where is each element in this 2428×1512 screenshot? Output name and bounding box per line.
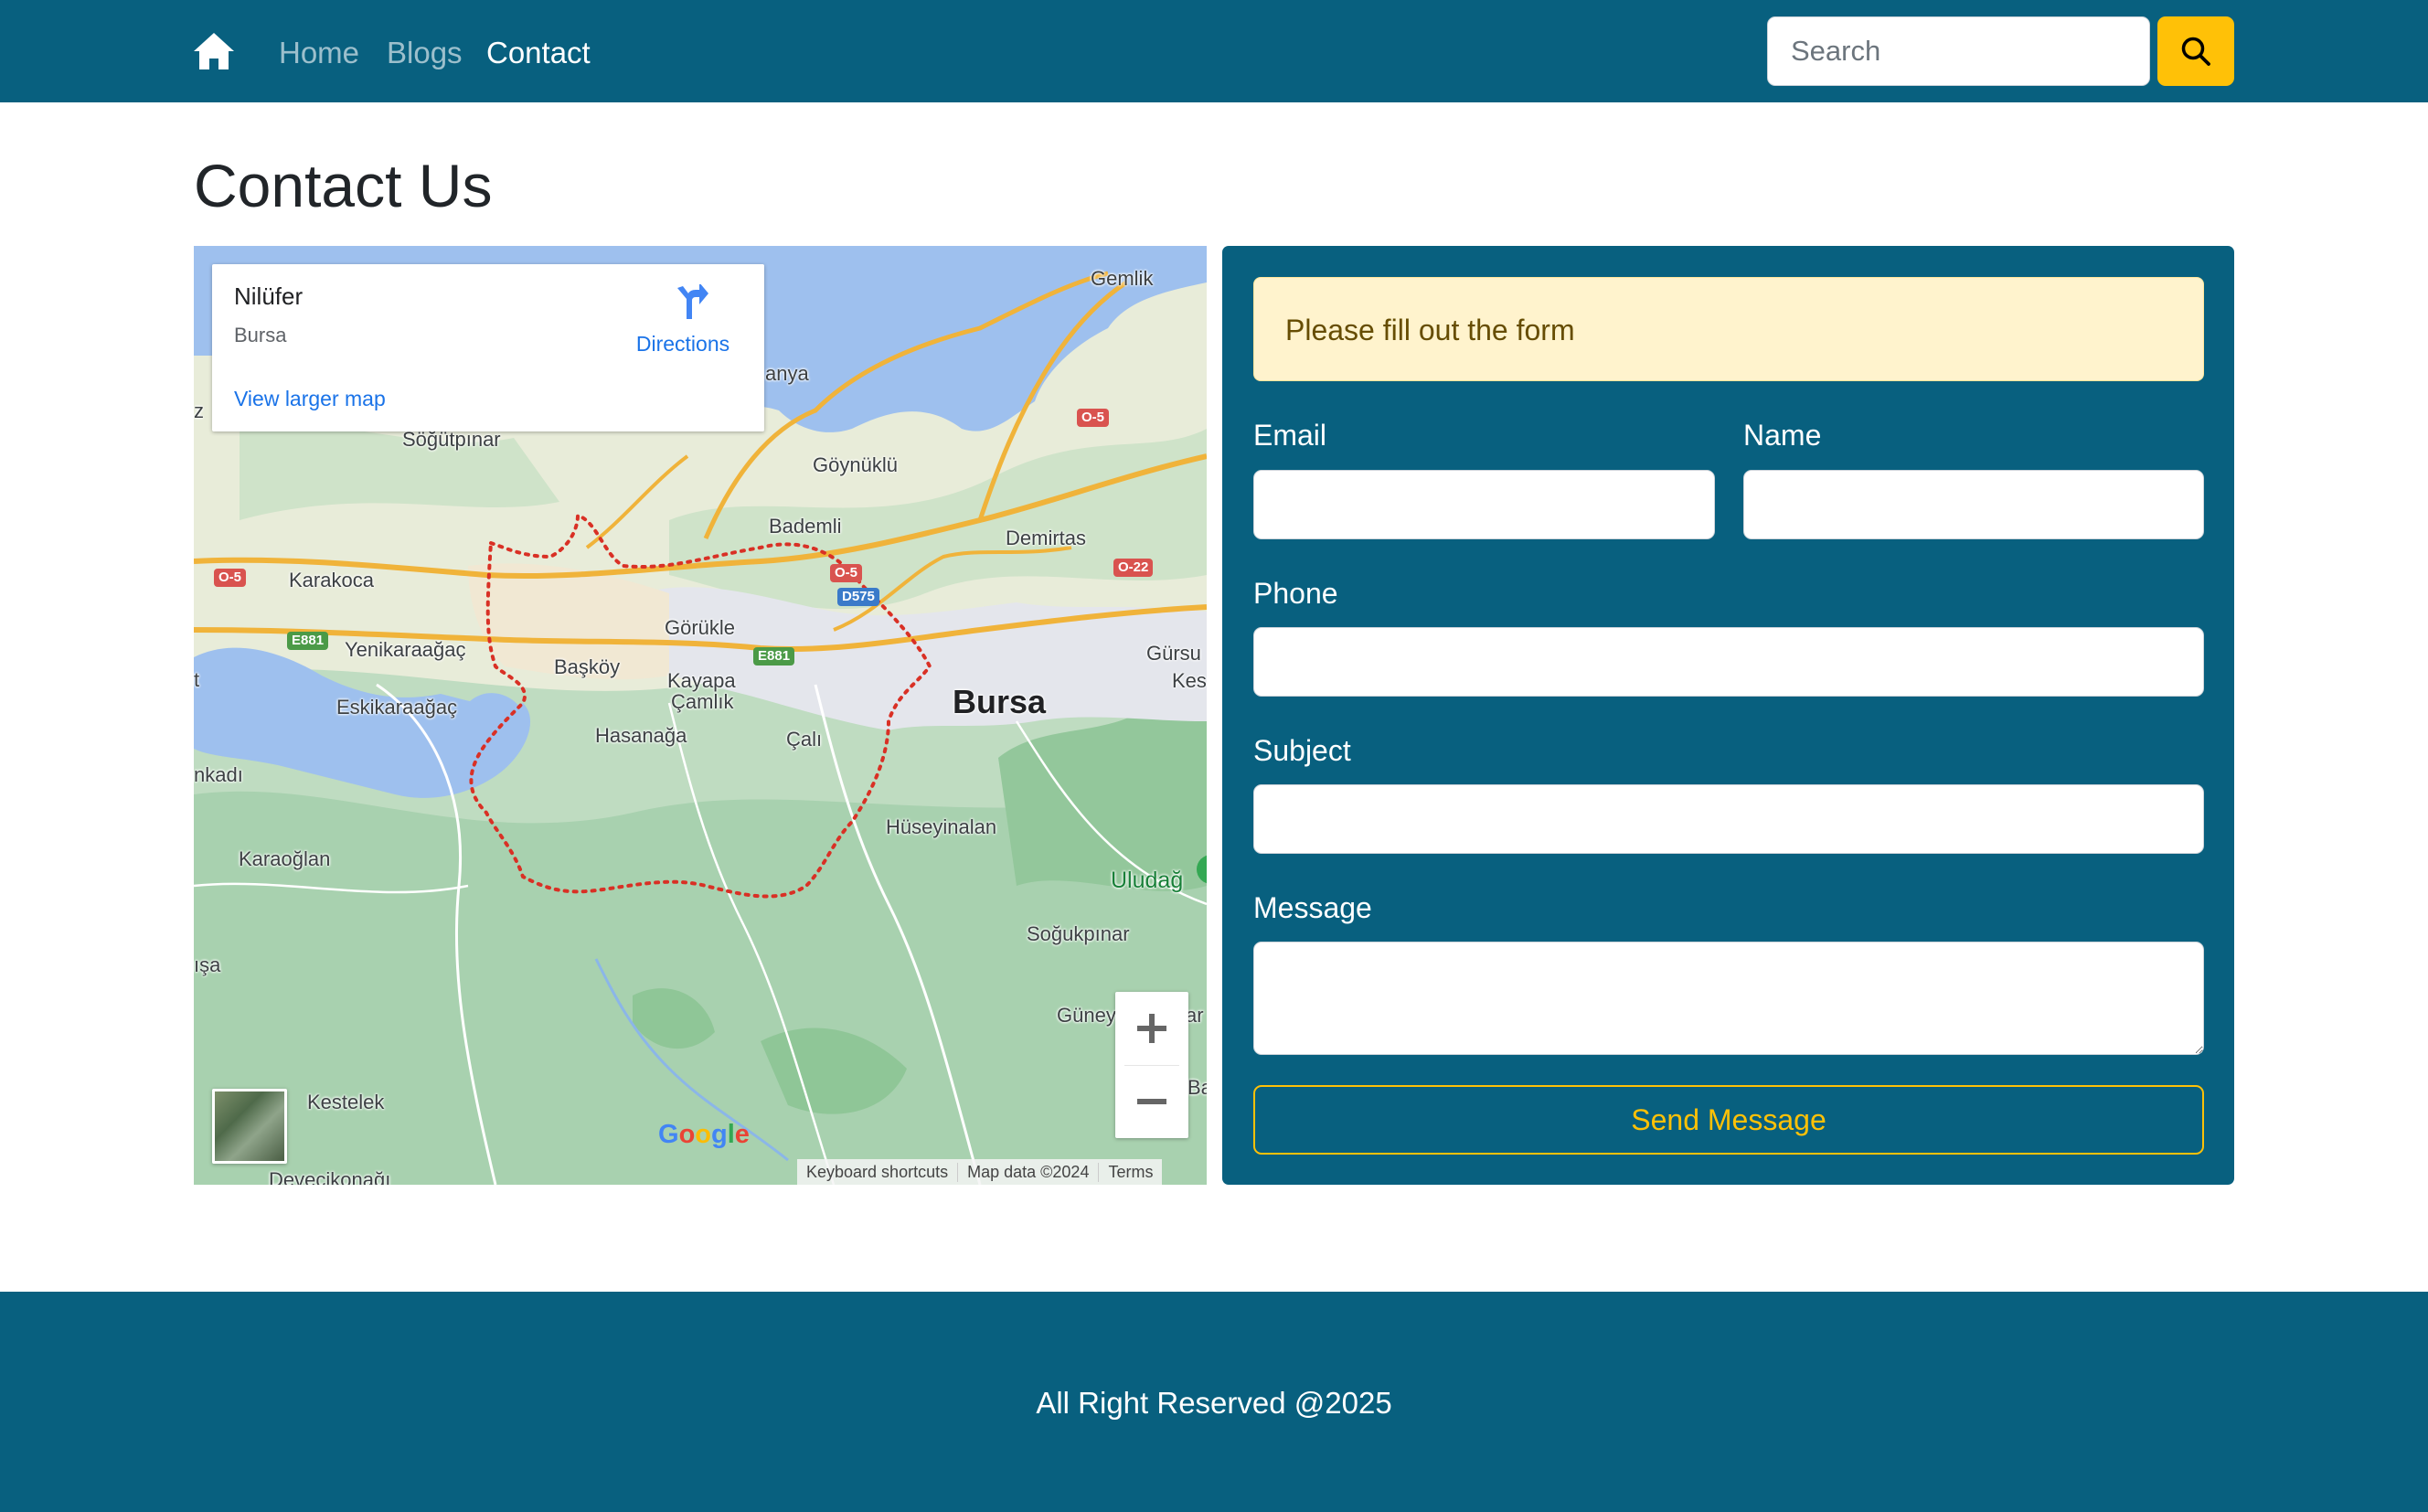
map-label-kestelek: Kestelek	[307, 1091, 385, 1113]
map-label-camlik: Çamlık	[671, 690, 734, 713]
map-attribution: Keyboard shortcuts Map data ©2024 Terms	[797, 1159, 1163, 1185]
map-label-kestel: Kes	[1172, 669, 1207, 692]
road-shield-e881: E881	[753, 647, 795, 665]
map-label-z: z	[194, 399, 204, 422]
map-label-karakoca: Karakoca	[289, 569, 374, 591]
map-label-gorukle: Görükle	[665, 616, 736, 639]
map-label-bursa: Bursa	[953, 683, 1047, 720]
map-label-yenikaraagac: Yenikaraağaç	[345, 638, 466, 661]
nav-link-home[interactable]: Home	[279, 33, 359, 73]
map-label-gursu: Gürsu	[1146, 642, 1201, 665]
page-title: Contact Us	[194, 152, 493, 219]
road-shield-o22: O-22	[1113, 559, 1154, 577]
keyboard-shortcuts-link[interactable]: Keyboard shortcuts	[797, 1163, 957, 1182]
email-field[interactable]	[1253, 470, 1715, 539]
name-label: Name	[1743, 419, 1822, 452]
search-input[interactable]	[1767, 16, 2150, 86]
map-label-ba: Ba	[1187, 1076, 1207, 1099]
terms-link[interactable]: Terms	[1098, 1162, 1162, 1182]
contact-form: Please fill out the form Email Name Phon…	[1222, 246, 2234, 1185]
message-field[interactable]	[1253, 942, 2204, 1055]
minus-icon	[1137, 1099, 1166, 1104]
email-label: Email	[1253, 419, 1327, 452]
map-label-huseyinalan: Hüseyinalan	[886, 815, 997, 838]
name-field[interactable]	[1743, 470, 2204, 539]
navbar: Home Blogs Contact	[0, 0, 2428, 102]
road-shield-e881: E881	[287, 632, 329, 650]
plus-icon	[1137, 1014, 1166, 1043]
map-label-uludag: Uludağ	[1111, 868, 1184, 893]
map-label-nkadi: nkadı	[194, 763, 243, 786]
map-label-devecikonagi: Devecikonağı	[269, 1168, 391, 1185]
road-shield-o5: O-5	[1077, 409, 1110, 427]
map-label-cali: Çalı	[786, 728, 823, 751]
map-label-baskoy: Başköy	[554, 655, 621, 678]
map-place-card: Nilüfer Bursa View larger map Directions	[212, 264, 764, 431]
zoom-out-button[interactable]	[1115, 1065, 1188, 1138]
view-larger-map-link[interactable]: View larger map	[234, 387, 386, 411]
map-label-gemlik: Gemlik	[1091, 267, 1154, 290]
map-label-demirtas: Demirtas	[1006, 527, 1087, 549]
nav-link-blogs[interactable]: Blogs	[387, 33, 463, 73]
directions-label: Directions	[635, 332, 730, 356]
map-label-mudanya: anya	[765, 362, 809, 385]
map-label-goynuklu: Göynüklü	[813, 453, 898, 476]
map-label-karaoglan: Karaoğlan	[239, 847, 331, 870]
map-label-t: t	[194, 668, 200, 691]
road-shield-o5: O-5	[214, 569, 247, 587]
directions-button[interactable]: Directions	[628, 284, 738, 357]
map-label-guney: Güney	[1057, 1004, 1116, 1027]
map-zoom-controls	[1115, 992, 1188, 1138]
search-button[interactable]	[2157, 16, 2234, 86]
form-alert: Please fill out the form	[1253, 277, 2204, 381]
nav-link-contact[interactable]: Contact	[486, 33, 591, 73]
road-shield-o5: O-5	[830, 564, 863, 582]
map-place-name: Nilüfer	[234, 282, 304, 310]
footer-copyright: All Right Reserved @2025	[1036, 1386, 1392, 1420]
road-shield-d575: D575	[837, 588, 879, 606]
map-place-region: Bursa	[234, 324, 287, 346]
map-label-hasanaga: Hasanağa	[595, 724, 687, 747]
send-message-button[interactable]: Send Message	[1253, 1085, 2204, 1155]
zoom-in-button[interactable]	[1115, 992, 1188, 1065]
map-label-bademli: Bademli	[769, 515, 842, 538]
phone-field[interactable]	[1253, 627, 2204, 697]
subject-field[interactable]	[1253, 784, 2204, 854]
map-label-sogukpinar: Soğukpınar	[1027, 922, 1130, 945]
phone-label: Phone	[1253, 577, 1338, 610]
satellite-layer-toggle[interactable]	[212, 1089, 287, 1164]
directions-icon	[677, 284, 708, 319]
map-label-sa: ışa	[194, 953, 221, 976]
footer: All Right Reserved @2025	[0, 1292, 2428, 1512]
google-logo: Google	[658, 1120, 750, 1149]
park-marker-icon	[1197, 855, 1207, 884]
search-icon	[2181, 37, 2210, 66]
home-icon[interactable]	[192, 31, 236, 71]
map-data-text: Map data ©2024	[957, 1162, 1098, 1182]
message-label: Message	[1253, 891, 1372, 924]
map-embed[interactable]: Gemlik anya Söğütpınar Göynüklü Bademli …	[194, 246, 1207, 1185]
subject-label: Subject	[1253, 734, 1351, 767]
map-label-eskikaraagac: Eskikaraağaç	[336, 696, 458, 719]
